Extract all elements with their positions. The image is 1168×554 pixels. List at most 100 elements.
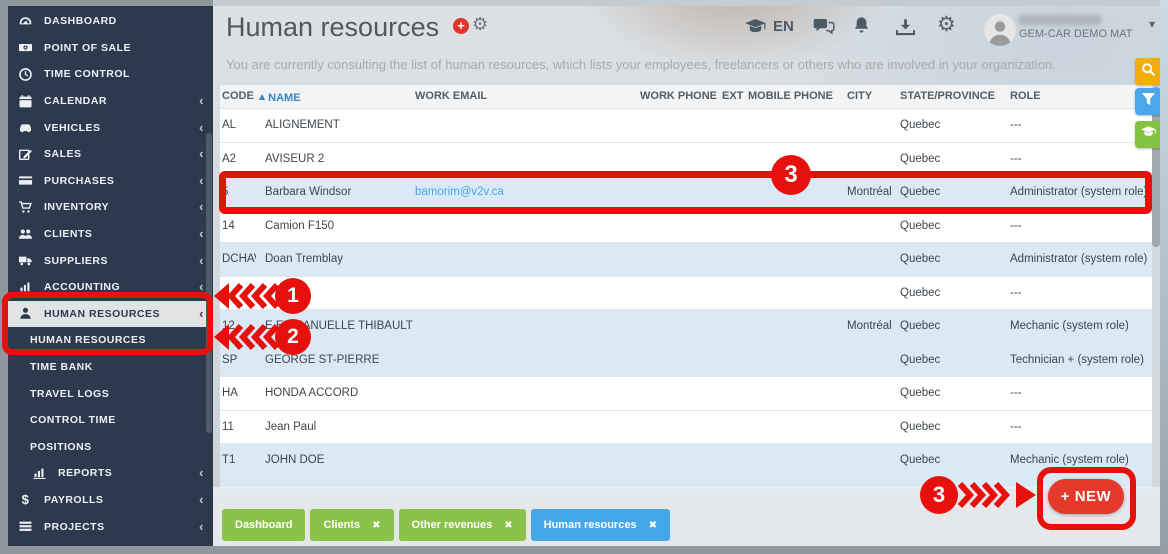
training-button[interactable]	[1135, 121, 1160, 148]
footer-tab-other-revenues[interactable]: Other revenues ✖	[399, 509, 526, 541]
svg-text:$: $	[22, 493, 30, 508]
language-selector[interactable]: EN	[773, 18, 794, 35]
column-header-ext[interactable]: EXT	[720, 85, 746, 108]
sidebar-item-reports[interactable]: REPORTS‹	[8, 460, 213, 487]
table-row[interactable]: 5Barbara Windsorbamorim@v2v.caMontréalQu…	[220, 176, 1152, 210]
chat-icon[interactable]	[812, 19, 836, 36]
sidebar-item-clients[interactable]: CLIENTS‹	[8, 221, 213, 248]
table-header: CODE▲NAMEWORK EMAILWORK PHONEEXTMOBILE P…	[220, 85, 1152, 109]
cell-mobile-phone	[746, 243, 845, 276]
graduation-cap-icon[interactable]	[744, 19, 767, 36]
user-name-redacted	[1019, 15, 1101, 25]
payrolls-icon: $	[18, 492, 34, 507]
table-row[interactable]: ALALIGNEMENTQuebec---	[220, 109, 1152, 143]
cell-ext	[720, 176, 746, 209]
new-button[interactable]: + NEW	[1048, 479, 1124, 514]
sidebar-item-calendar[interactable]: CALENDAR‹	[8, 88, 213, 115]
cell-state-province: Quebec	[898, 310, 1008, 343]
column-header-state-province[interactable]: STATE/PROVINCE	[898, 85, 1008, 108]
search-button[interactable]	[1135, 58, 1160, 85]
download-icon[interactable]	[896, 19, 915, 36]
filter-button[interactable]	[1135, 88, 1160, 115]
chevron-left-icon: ‹	[199, 253, 204, 268]
column-header-code[interactable]: CODE	[220, 85, 256, 108]
sidebar-item-point-of-sale[interactable]: POINT OF SALE	[8, 35, 213, 62]
table-row[interactable]: T1JOHN DOEQuebecMechanic (system role)	[220, 444, 1152, 478]
cell-role: Administrator (system role)	[1008, 176, 1152, 209]
main-content: Human resources + ⚙ You are currently co…	[213, 6, 1160, 546]
sidebar-item-travel-logs[interactable]: TRAVEL LOGS	[8, 380, 213, 407]
sidebar-item-positions[interactable]: POSITIONS	[8, 434, 213, 461]
cell-work-email	[413, 344, 638, 377]
cell-role: Administrator (system role)	[1008, 243, 1152, 276]
sidebar-item-human-resources[interactable]: HUMAN RESOURCES	[8, 327, 213, 354]
sidebar-item-human-resources[interactable]: HUMAN RESOURCES‹	[8, 301, 213, 328]
sidebar-item-label: PROJECTS	[44, 521, 105, 533]
settings-gear-icon[interactable]: ⚙	[937, 12, 956, 36]
accounting-icon	[18, 280, 34, 295]
cell-work-email[interactable]: bamorim@v2v.ca	[413, 176, 638, 209]
cell-state-province: Quebec	[898, 109, 1008, 142]
column-header-mobile-phone[interactable]: MOBILE PHONE	[746, 85, 845, 108]
add-icon[interactable]: +	[453, 18, 469, 34]
sidebar-item-inventory[interactable]: INVENTORY‹	[8, 194, 213, 221]
avatar[interactable]	[984, 14, 1016, 46]
close-icon[interactable]: ✖	[649, 520, 657, 531]
cell-city: Montréal	[845, 310, 898, 343]
sidebar-item-sales[interactable]: SALES‹	[8, 141, 213, 168]
footer-tab-clients[interactable]: Clients✖	[310, 509, 393, 541]
table-row[interactable]: 11Jean PaulQuebec---	[220, 411, 1152, 445]
close-icon[interactable]: ✖	[372, 520, 380, 531]
sidebar-item-label: PAYROLLS	[44, 494, 103, 506]
cell-city	[845, 411, 898, 444]
column-header-city[interactable]: CITY	[845, 85, 898, 108]
gear-icon[interactable]: ⚙	[472, 14, 488, 35]
table-row[interactable]: A2AVISEUR 2Quebec---	[220, 143, 1152, 177]
tab-label: Other revenues	[412, 519, 493, 531]
sidebar-item-accounting[interactable]: ACCOUNTING‹	[8, 274, 213, 301]
sidebar-item-dashboard[interactable]: DASHBOARD	[8, 8, 213, 35]
bell-icon[interactable]	[853, 17, 870, 36]
column-header-work-phone[interactable]: WORK PHONE	[638, 85, 720, 108]
cell-name: AVISEUR 2	[256, 143, 413, 176]
column-header-work-email[interactable]: WORK EMAIL	[413, 85, 638, 108]
table-row-partial	[220, 478, 1152, 488]
sidebar-item-projects[interactable]: PROJECTS‹	[8, 513, 213, 540]
column-header-role[interactable]: ROLE	[1008, 85, 1152, 108]
sidebar-item-label: DASHBOARD	[44, 15, 117, 27]
cell-code: SP	[220, 344, 256, 377]
cell-city	[845, 243, 898, 276]
sidebar-item-control-time[interactable]: CONTROL TIME	[8, 407, 213, 434]
sidebar-item-time-control[interactable]: TIME CONTROL	[8, 61, 213, 88]
cell-code: DCHAVEZ	[220, 243, 256, 276]
sidebar-item-payrolls[interactable]: $PAYROLLS‹	[8, 487, 213, 514]
cell-state-province: Quebec	[898, 344, 1008, 377]
table-row[interactable]: 14Camion F150Quebec---	[220, 210, 1152, 244]
sidebar-scrollbar[interactable]	[206, 133, 212, 433]
caret-down-icon[interactable]: ▾	[1149, 17, 1155, 31]
cell-state-province: Quebec	[898, 444, 1008, 477]
table-row[interactable]: SPGEORGE ST-PIERREQuebecTechnician + (sy…	[220, 344, 1152, 378]
column-header-name[interactable]: ▲NAME	[256, 85, 413, 108]
cell-name: GEORGE ST-PIERRE	[256, 344, 413, 377]
table-row[interactable]: DCHAVEZDoan TremblayQuebecAdministrator …	[220, 243, 1152, 277]
footer-tab-human-resources[interactable]: Human resources✖	[531, 509, 670, 541]
sidebar-item-purchases[interactable]: PURCHASES‹	[8, 168, 213, 195]
sidebar-item-label: POINT OF SALE	[44, 42, 131, 54]
footer-tab-dashboard[interactable]: Dashboard	[222, 509, 305, 541]
sales-icon	[18, 147, 34, 162]
table-row[interactable]: Quebec---	[220, 277, 1152, 311]
table-row[interactable]: 12E EMMANUELLE THIBAULTMontréalQuebecMec…	[220, 310, 1152, 344]
sort-asc-icon: ▲	[259, 92, 265, 101]
sidebar-item-vehicles[interactable]: VEHICLES‹	[8, 114, 213, 141]
sidebar-item-suppliers[interactable]: SUPPLIERS‹	[8, 247, 213, 274]
cell-work-email	[413, 444, 638, 477]
chevron-left-icon: ‹	[199, 146, 204, 161]
chevron-left-icon: ‹	[199, 120, 204, 135]
sidebar-item-label: CONTROL TIME	[30, 414, 116, 426]
close-icon[interactable]: ✖	[504, 520, 512, 531]
cell-role: ---	[1008, 277, 1152, 310]
sidebar-item-time-bank[interactable]: TIME BANK	[8, 354, 213, 381]
vehicles-icon	[18, 120, 34, 135]
table-row[interactable]: HAHONDA ACCORDQuebec---	[220, 377, 1152, 411]
